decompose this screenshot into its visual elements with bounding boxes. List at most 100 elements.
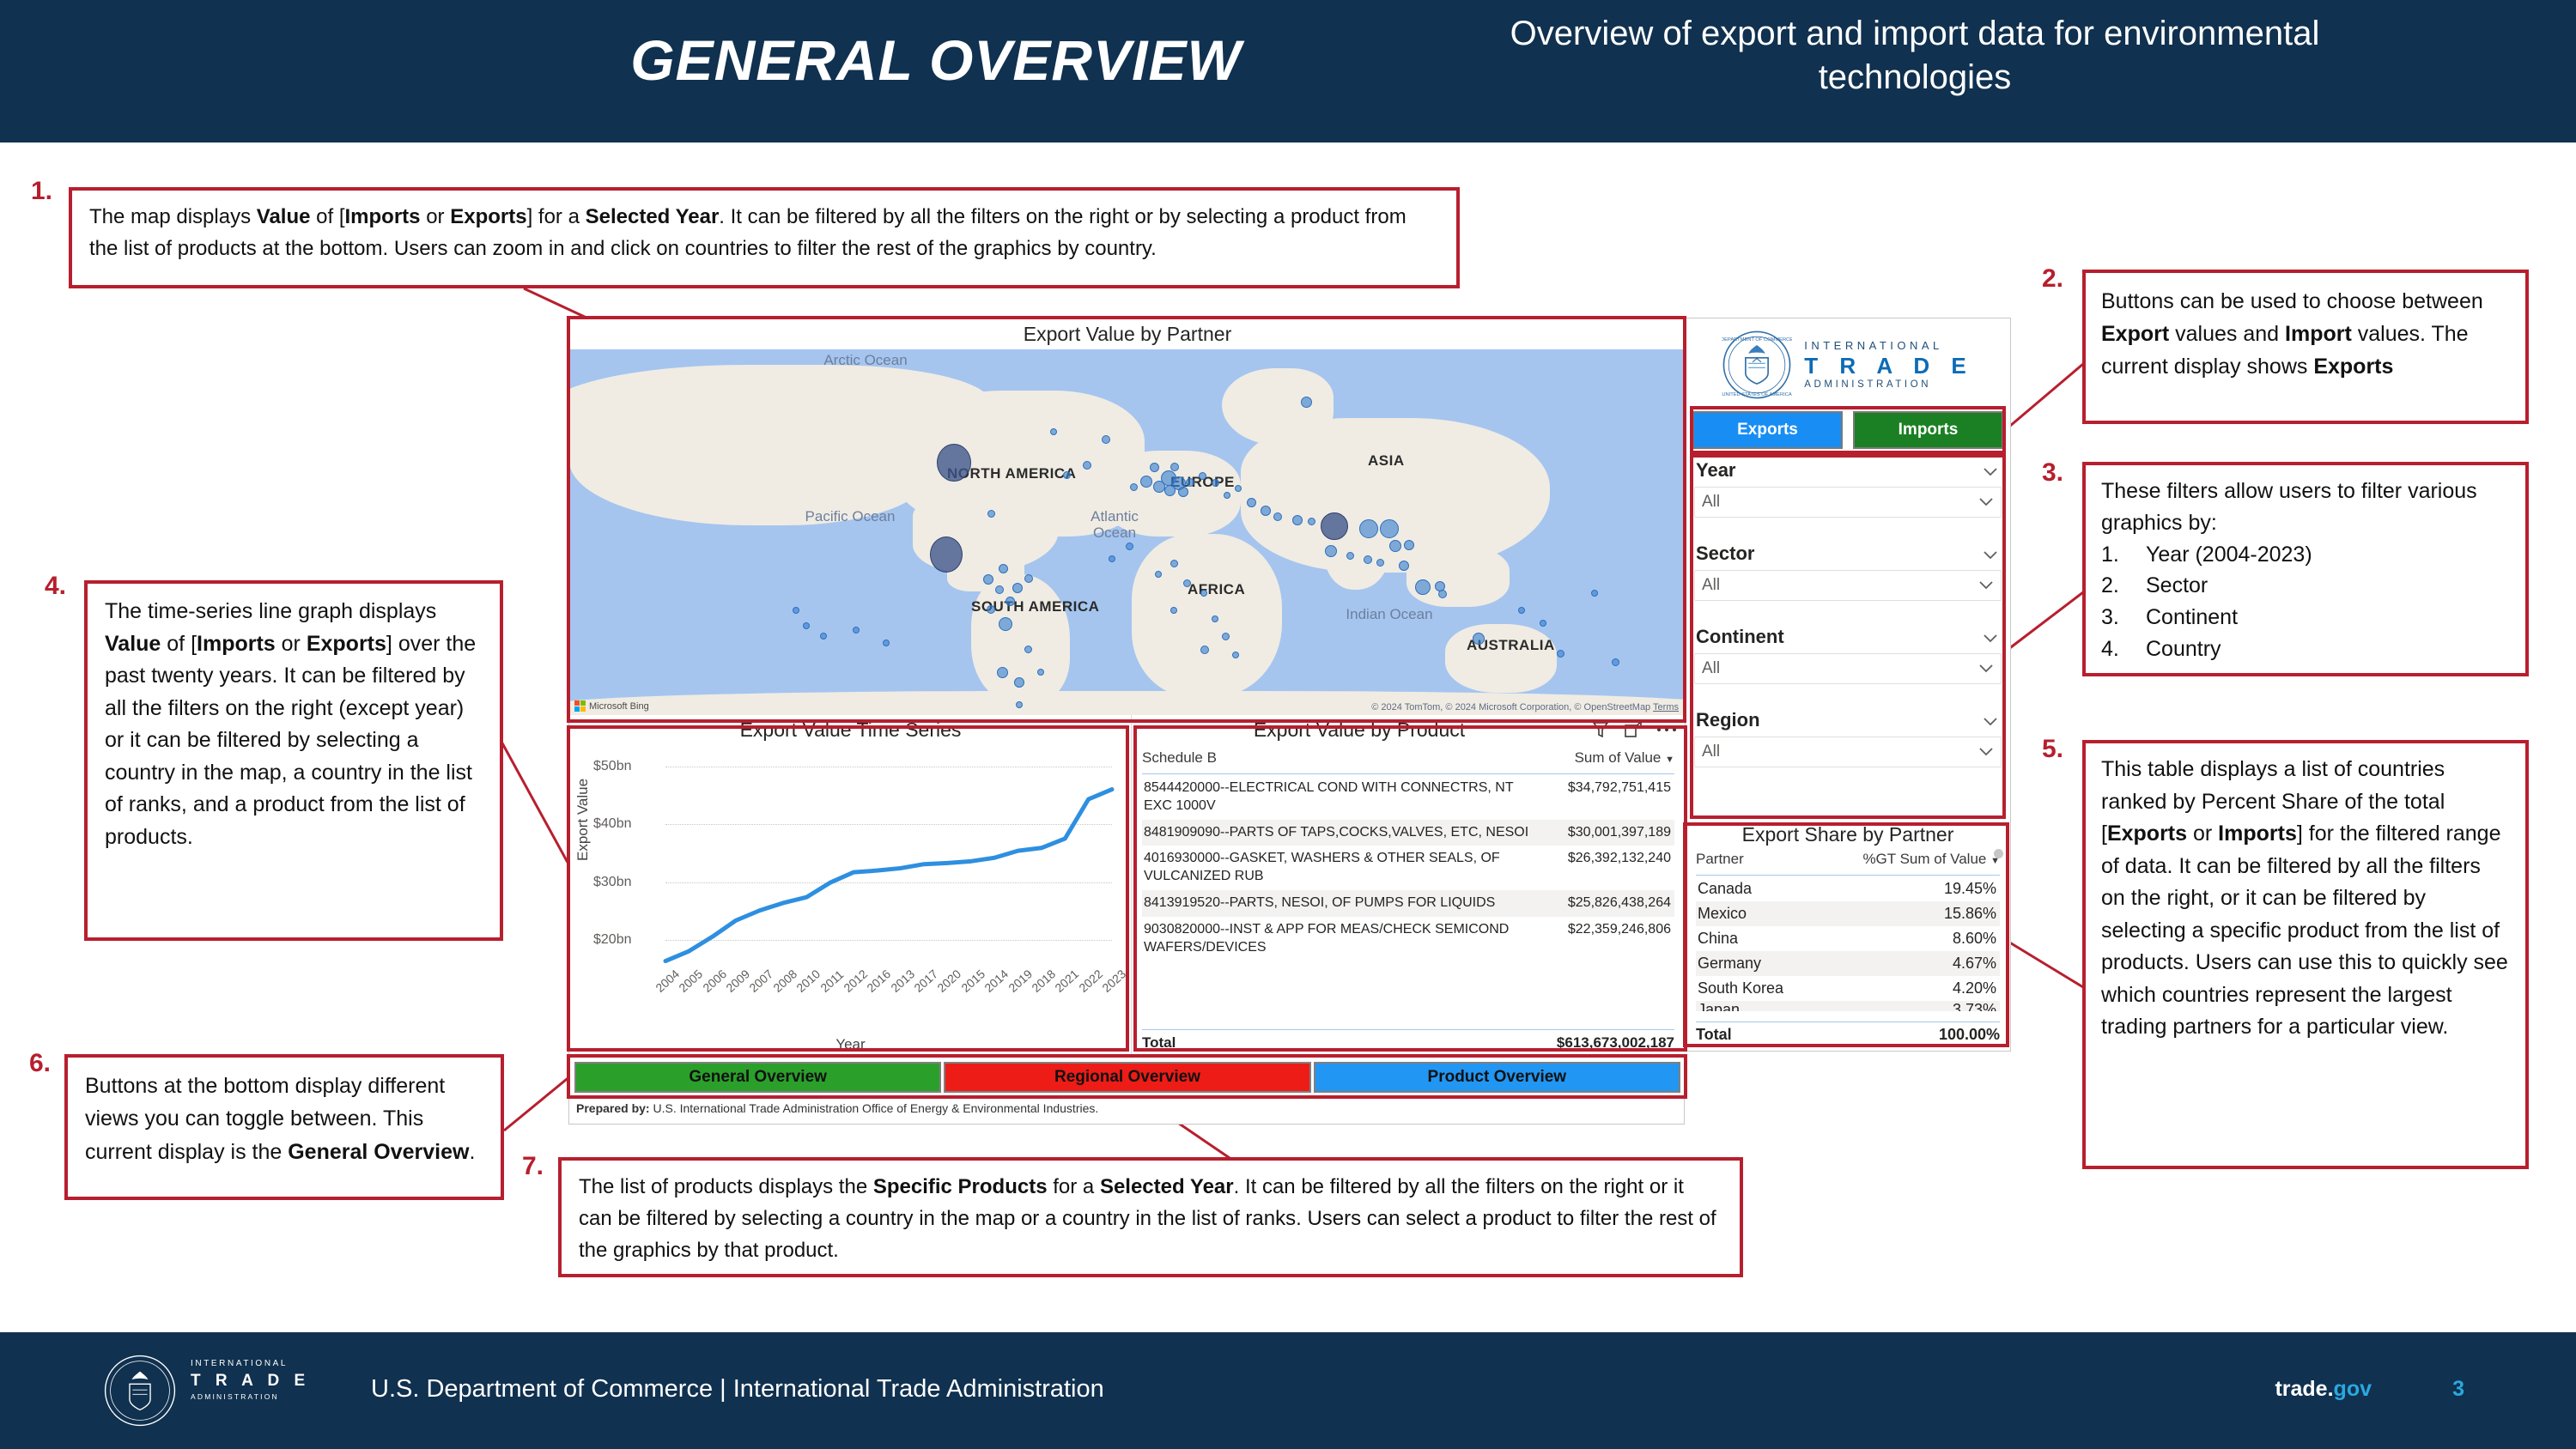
map-bubble[interactable] [1376,559,1384,567]
map-bubble[interactable] [1183,579,1191,587]
map-bubble[interactable] [803,622,810,629]
table-row[interactable]: China 8.60% [1696,926,2000,951]
map-bubble[interactable] [1473,633,1485,645]
table-row[interactable]: 8544420000--ELECTRICAL COND WITH CONNECT… [1142,775,1674,820]
share-col-partner[interactable]: Partner [1696,851,1744,868]
chevron-down-icon[interactable] [1978,576,1994,595]
map-bubble[interactable] [1170,607,1177,614]
chevron-down-icon[interactable] [1983,459,1998,482]
map-bubble[interactable] [1186,478,1194,487]
map-bubble[interactable] [1232,652,1239,658]
map-bubble[interactable] [1024,574,1033,583]
table-row[interactable]: Japan 3.73% [1696,1001,2000,1011]
map-bubble[interactable] [1140,476,1152,488]
map-bubble[interactable] [1308,518,1315,525]
map-bubble[interactable] [820,633,827,640]
map-bubble[interactable] [1005,597,1015,606]
map-bubble[interactable] [1109,555,1115,562]
map-bubble[interactable] [1024,646,1032,653]
filter-label-region[interactable]: Region [1694,707,2002,733]
share-col-value[interactable]: %GT Sum of Value ▼ [1862,851,2000,868]
table-row[interactable]: South Korea 4.20% [1696,976,2000,1001]
map-bubble[interactable] [1612,658,1619,666]
focus-mode-icon[interactable] [1624,720,1643,739]
map-bubble[interactable] [1321,512,1348,540]
map-bubble[interactable] [1178,487,1188,497]
map-bubble[interactable] [983,574,993,585]
table-row[interactable]: 8481909090--PARTS OF TAPS,COCKS,VALVES, … [1142,819,1674,846]
map-bubble[interactable] [1540,620,1546,627]
map-bubble[interactable] [987,510,995,518]
map-bubble[interactable] [1016,701,1023,708]
map-bubble[interactable] [1389,540,1401,552]
map-bubble[interactable] [937,444,971,482]
filter-select-sector[interactable]: All [1694,570,2002,601]
time-series-visual[interactable]: Export Value Time Series Export Value Ye… [569,715,1132,1058]
map-bubble[interactable] [1222,633,1230,640]
map-bubble[interactable] [999,564,1008,573]
table-row[interactable]: 9030820000--INST & APP FOR MEAS/CHECK SE… [1142,917,1674,961]
table-row[interactable]: Germany 4.67% [1696,951,2000,976]
exports-button[interactable]: Exports [1692,411,1843,449]
chevron-down-icon[interactable] [1983,709,1998,731]
map-canvas[interactable]: Arctic Ocean Pacific Ocean Atlantic Ocea… [569,349,1686,715]
table-row[interactable]: 4016930000--GASKET, WASHERS & OTHER SEAL… [1142,846,1674,890]
table-row[interactable]: Canada 19.45% [1696,876,2000,901]
filter-icon[interactable] [1591,720,1610,739]
map-bubble[interactable] [1130,483,1138,491]
table-row[interactable]: 8413919520--PARTS, NESOI, OF PUMPS FOR L… [1142,889,1674,917]
filter-select-continent[interactable]: All [1694,653,2002,684]
map-bubble[interactable] [1399,561,1409,571]
filter-select-region[interactable]: All [1694,737,2002,767]
map-terms-link[interactable]: Terms [1653,702,1679,712]
more-options-icon[interactable] [1656,726,1677,733]
map-bubble[interactable] [1273,512,1282,521]
filter-select-year[interactable]: All [1694,487,2002,518]
map-bubble[interactable] [1014,677,1024,688]
filter-label-year[interactable]: Year [1694,458,2002,483]
map-bubble[interactable] [1155,571,1162,578]
map-bubble[interactable] [1212,615,1218,622]
map-bubble[interactable] [1170,560,1178,567]
map-visual[interactable]: Export Value by Partner Arctic Ocean Pac… [569,318,1686,715]
map-bubble[interactable] [1063,471,1071,479]
map-bubble[interactable] [987,605,995,614]
map-bubble[interactable] [999,617,1012,631]
map-bubble[interactable] [883,640,890,646]
map-bubble[interactable] [1404,540,1414,550]
map-bubble[interactable] [1153,481,1165,493]
map-bubble[interactable] [1325,545,1337,557]
product-overview-button[interactable]: Product Overview [1313,1062,1680,1093]
map-bubble[interactable] [1200,646,1209,654]
map-bubble[interactable] [1301,397,1312,408]
chevron-down-icon[interactable] [1983,543,1998,565]
map-bubble[interactable] [1438,590,1447,598]
map-bubble[interactable] [1037,669,1044,676]
map-bubble[interactable] [1380,519,1399,538]
map-bubble[interactable] [1235,485,1242,492]
map-bubble[interactable] [1224,492,1230,499]
chevron-down-icon[interactable] [1983,626,1998,648]
map-bubble[interactable] [1557,650,1564,658]
map-bubble[interactable] [1050,428,1057,435]
map-bubble[interactable] [1247,498,1256,507]
map-bubble[interactable] [1199,472,1206,480]
imports-button[interactable]: Imports [1853,411,2003,449]
chevron-down-icon[interactable] [1978,659,1994,678]
chevron-down-icon[interactable] [1978,743,1994,761]
map-bubble[interactable] [1591,590,1598,597]
chevron-down-icon[interactable] [1978,493,1994,512]
filter-label-sector[interactable]: Sector [1694,541,2002,567]
map-bubble[interactable] [1126,543,1133,550]
map-bubble[interactable] [1083,461,1091,470]
map-bubble[interactable] [1102,435,1110,444]
map-bubble[interactable] [1346,552,1354,560]
map-bubble[interactable] [995,585,1004,594]
map-bubble[interactable] [1261,506,1271,516]
product-col-name[interactable]: Schedule B [1142,749,1217,767]
map-bubble[interactable] [793,607,799,614]
map-bubble[interactable] [1359,519,1378,538]
map-bubble[interactable] [930,537,963,573]
map-bubble[interactable] [1292,515,1303,525]
map-bubble[interactable] [1364,555,1372,564]
